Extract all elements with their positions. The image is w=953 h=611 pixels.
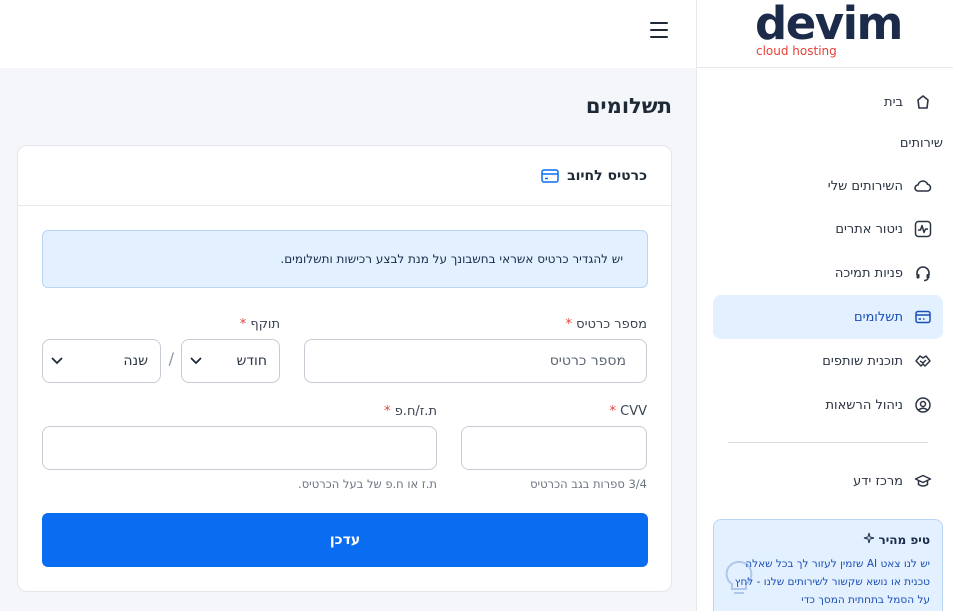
quick-tip-title: טיפ מהיר	[726, 532, 930, 547]
sidebar-item-label: בית	[884, 94, 903, 110]
sidebar-divider	[728, 442, 928, 443]
expiry-label: תוקף *	[239, 317, 280, 332]
sidebar-item-label: תשלומים	[853, 309, 903, 325]
cvv-input[interactable]	[461, 426, 647, 470]
sidebar-item-support-tickets[interactable]: פניות תמיכה	[713, 251, 943, 295]
home-icon	[913, 92, 933, 112]
sidebar-item-knowledge-center[interactable]: מרכז ידע	[713, 459, 943, 503]
sidebar-item-label: ניטור אתרים	[835, 221, 903, 237]
cvv-label: CVV *	[609, 404, 647, 419]
id-number-label: ת.ז/ח.פ *	[384, 404, 437, 419]
card-header: כרטיס לחיוב	[18, 146, 671, 206]
sidebar-item-payments[interactable]: תשלומים	[713, 295, 943, 339]
logo-name: devim	[755, 0, 903, 50]
id-number-input[interactable]	[42, 426, 437, 470]
logo-tagline: cloud hosting	[756, 44, 837, 58]
handshake-icon	[913, 351, 933, 371]
card-number-input[interactable]: מספר כרטיס	[304, 339, 647, 383]
billing-card-panel: כרטיס לחיוב יש להגדיר כרטיס אשראי בחשבונ…	[17, 145, 672, 592]
graduation-cap-icon	[913, 471, 933, 491]
logo[interactable]: devim cloud hosting	[697, 0, 953, 68]
activity-icon	[913, 219, 933, 239]
cloud-icon	[913, 176, 933, 196]
id-number-help-text: ת.ז או ח.פ של בעל הכרטיס.	[298, 477, 437, 491]
quick-tip-text: יש לנו צאט AI שזמין לעזור לך בכל שאלה טכ…	[734, 558, 930, 606]
chevron-down-icon	[190, 357, 202, 365]
expiry-separator: /	[168, 349, 174, 368]
cvv-help-text: 3/4 ספרות בגב הכרטיס	[530, 477, 647, 491]
payments-icon	[913, 307, 933, 327]
quick-tip-box: טיפ מהיר יש לנו צאט AI שזמין לעזור לך בכ…	[713, 519, 943, 611]
chevron-down-icon	[51, 357, 63, 365]
menu-hamburger-icon[interactable]	[650, 22, 668, 43]
page-title: תשלומים	[585, 94, 672, 118]
user-permissions-icon	[913, 395, 933, 415]
update-button[interactable]: עדכן	[42, 513, 648, 567]
sidebar-item-affiliate-program[interactable]: תוכנית שותפים	[713, 339, 943, 383]
expiry-month-select[interactable]: חודש	[181, 339, 280, 383]
expiry-year-select[interactable]: שנה	[42, 339, 161, 383]
sidebar-section-heading: שירותים	[899, 136, 943, 151]
sidebar-item-my-services[interactable]: השירותים שלי	[713, 164, 943, 208]
top-bar	[0, 0, 696, 68]
sidebar-item-home[interactable]: בית	[713, 80, 943, 124]
sparkle-icon	[863, 532, 875, 547]
sidebar-item-label: מרכז ידע	[853, 473, 903, 489]
sidebar: devim cloud hosting בית שירותים השירותים…	[696, 0, 953, 611]
sidebar-item-permissions[interactable]: ניהול הרשאות	[713, 383, 943, 427]
credit-card-icon	[541, 168, 559, 184]
card-title: כרטיס לחיוב	[567, 167, 647, 184]
info-alert: יש להגדיר כרטיס אשראי בחשבונך על מנת לבצ…	[42, 230, 648, 288]
card-number-label: מספר כרטיס *	[565, 317, 647, 332]
sidebar-item-label: ניהול הרשאות	[825, 397, 904, 413]
sidebar-item-label: פניות תמיכה	[834, 265, 903, 281]
sidebar-item-label: השירותים שלי	[827, 178, 903, 194]
sidebar-item-label: תוכנית שותפים	[822, 353, 903, 369]
headset-icon	[913, 263, 933, 283]
sidebar-item-site-monitoring[interactable]: ניטור אתרים	[713, 207, 943, 251]
